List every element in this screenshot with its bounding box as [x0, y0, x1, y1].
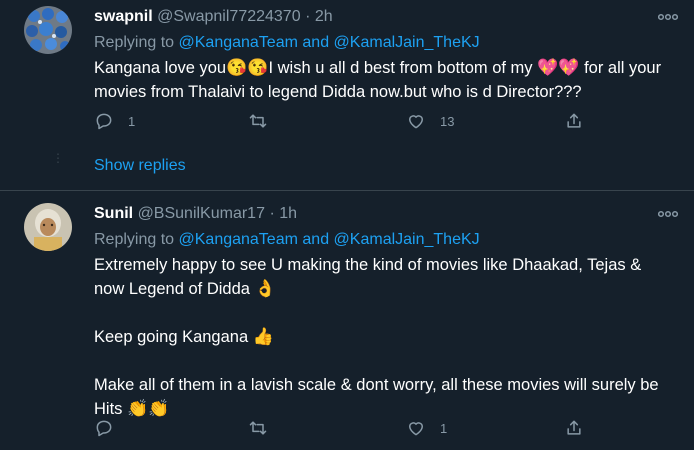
- more-icon: [657, 13, 679, 21]
- reply-button[interactable]: [94, 418, 128, 438]
- replying-to-line: Replying to @KanganaTeam and @KamalJain_…: [94, 231, 480, 249]
- ok-hand-emoji: 👌: [254, 279, 276, 298]
- like-button[interactable]: 1: [406, 418, 447, 438]
- clapping-emoji: 👏👏: [127, 399, 170, 418]
- timestamp[interactable]: 2h: [315, 8, 333, 25]
- share-icon: [567, 113, 581, 128]
- and-label: and: [302, 231, 330, 248]
- tweet-text-part: Extremely happy to see U making the kind…: [94, 256, 642, 298]
- retweet-button[interactable]: [248, 111, 282, 131]
- replying-to-line: Replying to @KanganaTeam and @KamalJain_…: [94, 34, 480, 52]
- mention-link[interactable]: @KanganaTeam: [179, 34, 298, 51]
- tweet-text: Kangana love you😘😘I wish u all d best fr…: [94, 56, 674, 104]
- more-options-button[interactable]: [657, 205, 679, 221]
- share-button[interactable]: [564, 418, 584, 438]
- sparkling-heart-emoji: 💖💖: [537, 58, 580, 77]
- user-handle[interactable]: @BSunilKumar17: [138, 205, 265, 222]
- like-count: 1: [440, 420, 448, 436]
- tweet-text: Extremely happy to see U making the kind…: [94, 253, 674, 421]
- tweet-sunil[interactable]: Sunil @BSunilKumar17 · 1h Replying to @K…: [0, 191, 694, 450]
- avatar-image: [24, 6, 72, 54]
- display-name[interactable]: Sunil: [94, 205, 133, 222]
- avatar-swapnil[interactable]: [24, 6, 72, 54]
- avatar-sunil[interactable]: [24, 203, 72, 251]
- share-icon: [567, 420, 581, 435]
- and-label: and: [302, 34, 330, 51]
- reply-icon: [96, 113, 112, 130]
- retweet-icon: [249, 114, 267, 128]
- user-handle[interactable]: @Swapnil77224370: [157, 8, 300, 25]
- more-options-button[interactable]: [657, 8, 679, 24]
- tweet-text-part: I wish u all d best from bottom of my: [268, 59, 538, 77]
- mention-link[interactable]: @KamalJain_TheKJ: [334, 231, 480, 248]
- like-button[interactable]: 13: [406, 111, 454, 131]
- heart-icon: [409, 115, 423, 129]
- tweet-text-part: Kangana love you: [94, 59, 227, 77]
- thread-connector: ⋮: [52, 151, 64, 165]
- show-replies-link[interactable]: Show replies: [94, 157, 186, 175]
- reply-icon: [96, 420, 112, 437]
- replying-to-label: Replying to: [94, 34, 175, 51]
- tweet-swapnil[interactable]: swapnil @Swapnil77224370 · 2h Replying t…: [0, 0, 694, 190]
- reply-button[interactable]: 1: [94, 111, 135, 131]
- thumbs-up-emoji: 👍: [252, 327, 274, 346]
- mention-link[interactable]: @KanganaTeam: [179, 231, 298, 248]
- tweet-paragraph: Make all of them in a lavish scale & don…: [94, 373, 674, 421]
- avatar-image: [24, 203, 72, 251]
- display-name[interactable]: swapnil: [94, 8, 153, 25]
- tweet-text-part: Make all of them in a lavish scale & don…: [94, 376, 659, 418]
- share-button[interactable]: [564, 111, 584, 131]
- mention-link[interactable]: @KamalJain_TheKJ: [334, 34, 480, 51]
- retweet-icon: [249, 421, 267, 435]
- tweet-paragraph: Keep going Kangana 👍: [94, 325, 674, 349]
- kiss-emoji: 😘😘: [226, 58, 269, 77]
- heart-icon: [409, 422, 423, 436]
- reply-count: 1: [128, 113, 136, 129]
- replying-to-label: Replying to: [94, 231, 175, 248]
- tweet-paragraph: Extremely happy to see U making the kind…: [94, 253, 674, 301]
- timestamp[interactable]: 1h: [279, 205, 297, 222]
- like-count: 13: [440, 113, 455, 129]
- tweet-text-part: Keep going Kangana: [94, 328, 249, 346]
- more-icon: [657, 210, 679, 218]
- retweet-button[interactable]: [248, 418, 282, 438]
